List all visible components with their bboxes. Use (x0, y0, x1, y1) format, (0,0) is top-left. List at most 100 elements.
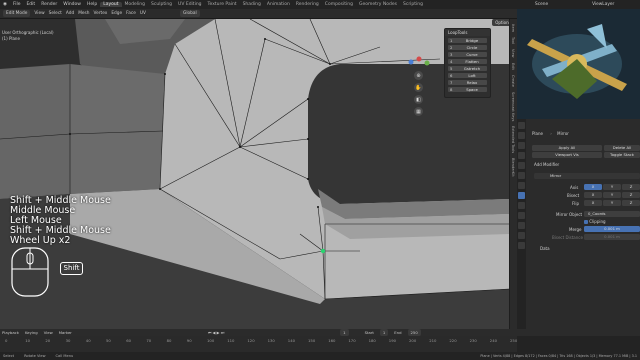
menu-help[interactable]: Help (84, 2, 100, 7)
add-modifier-dropdown[interactable]: Add Modifier (534, 162, 559, 167)
timeline-ruler[interactable]: 0 10 20 30 40 50 60 70 80 90 100 110 120 130 140 150 160… (0, 336, 517, 352)
looptools-gstretch[interactable]: 5 Gstretch (448, 65, 487, 71)
menu-playback[interactable]: Playback (2, 330, 19, 335)
looptools-relax[interactable]: 7 Relax (448, 79, 487, 85)
menu-file[interactable]: File (10, 2, 24, 7)
delete-all-button[interactable]: Delete All (604, 145, 640, 151)
bisect-z-toggle[interactable]: Z (622, 192, 640, 198)
view-label: User Orthographic (Local) (2, 30, 54, 35)
flip-y-toggle[interactable]: Y (603, 200, 621, 206)
sidebar-tab-blenderkit[interactable]: BlenderKit (511, 158, 515, 177)
sidebar-tab-create[interactable]: Create (511, 75, 515, 87)
looptools-curve[interactable]: 3 Curve (448, 51, 487, 57)
clipping-checkbox[interactable] (584, 220, 588, 224)
modifier-tab-icon[interactable] (518, 192, 525, 199)
workspace-tab-geometry-nodes[interactable]: Geometry Nodes (356, 2, 400, 7)
active-vertex[interactable] (320, 248, 326, 254)
bisect-x-toggle[interactable]: X (584, 192, 602, 198)
workspace-tab-shading[interactable]: Shading (240, 2, 264, 7)
object-tab-icon[interactable] (518, 182, 525, 189)
shift-key-badge: Shift (60, 262, 83, 275)
menu-vertex[interactable]: Vertex (94, 11, 108, 16)
start-frame-field[interactable]: 1 (379, 329, 389, 336)
axis-x-toggle[interactable]: X (584, 184, 602, 190)
looptools-flatten[interactable]: 4 Flatten (448, 58, 487, 64)
mirror-object-field[interactable]: 0_Coords (584, 211, 640, 217)
menu-select[interactable]: Select (49, 11, 62, 16)
viewport-vis-button[interactable]: Viewport Vis (532, 152, 602, 158)
tool-tab-icon[interactable] (518, 122, 525, 129)
data-subpanel[interactable]: Data (540, 246, 550, 251)
playback-controls[interactable]: ⏮ ◀ ▶ ⏭ (208, 330, 224, 335)
world-tab-icon[interactable] (518, 172, 525, 179)
ortho-grid-icon[interactable]: ▦ (414, 107, 423, 116)
constraints-tab-icon[interactable] (518, 222, 525, 229)
menu-uv[interactable]: UV (140, 11, 146, 16)
workspace-tab-texture-paint[interactable]: Texture Paint (205, 2, 240, 7)
toggle-stack-button[interactable]: Toggle Stack (604, 152, 640, 158)
modifier-name-field[interactable]: Mirror (550, 173, 561, 178)
workspace-tab-modeling[interactable]: Modeling (122, 2, 148, 7)
apply-all-button[interactable]: Apply All (532, 145, 602, 151)
clipping-checkbox-row[interactable]: Clipping (584, 219, 606, 224)
workspace-tab-rendering[interactable]: Rendering (293, 2, 322, 7)
physics-tab-icon[interactable] (518, 212, 525, 219)
scene-tab-icon[interactable] (518, 162, 525, 169)
bisect-distance-field[interactable]: 0.001 m (584, 234, 640, 240)
menu-window[interactable]: Window (60, 2, 84, 7)
sidebar-tab-extended-tools[interactable]: Extended Tools (511, 126, 515, 153)
orientation-dropdown[interactable]: Global (179, 10, 200, 17)
sidebar-tab-tool[interactable]: Tool (511, 37, 515, 44)
workspace-tab-compositing[interactable]: Compositing (322, 2, 356, 7)
flip-z-toggle[interactable]: Z (622, 200, 640, 206)
view-layer-tab-icon[interactable] (518, 152, 525, 159)
menu-edge[interactable]: Edge (111, 11, 122, 16)
data-tab-icon[interactable] (518, 232, 525, 239)
menu-render[interactable]: Render (38, 2, 60, 7)
zoom-icon[interactable]: ⊕ (414, 71, 423, 80)
mode-dropdown[interactable]: Edit Mode (3, 10, 31, 17)
axis-y-toggle[interactable]: Y (603, 184, 621, 190)
camera-icon[interactable]: ◧ (414, 95, 423, 104)
menu-add[interactable]: Add (66, 11, 74, 16)
looptools-loft[interactable]: 6 Loft (448, 72, 487, 78)
3d-viewport[interactable]: User Orthographic (Local) (1) Plane ⊕ ✋ … (0, 19, 517, 329)
menu-face[interactable]: Face (126, 11, 136, 16)
merge-field[interactable]: 0.001 m (584, 226, 640, 232)
workspace-tab-sculpting[interactable]: Sculpting (148, 2, 175, 7)
menu-view-timeline[interactable]: View (44, 330, 53, 335)
current-frame-field[interactable]: 1 (340, 329, 349, 336)
menu-marker[interactable]: Marker (59, 330, 72, 335)
particles-tab-icon[interactable] (518, 202, 525, 209)
menu-edit[interactable]: Edit (23, 2, 38, 7)
bisect-y-toggle[interactable]: Y (603, 192, 621, 198)
material-tab-icon[interactable] (518, 242, 525, 249)
output-tab-icon[interactable] (518, 142, 525, 149)
workspace-tab-animation[interactable]: Animation (264, 2, 293, 7)
mirror-modifier-header[interactable]: Mirror (534, 173, 640, 179)
axis-z-toggle[interactable]: Z (622, 184, 640, 190)
scene-selector[interactable]: Scene (535, 2, 548, 7)
sidebar-tab-item[interactable]: Item (511, 24, 515, 32)
blender-logo-icon[interactable]: ◉ (0, 2, 10, 7)
render-tab-icon[interactable] (518, 132, 525, 139)
sidebar-tab-view[interactable]: View (511, 49, 515, 58)
looptools-space[interactable]: 8 Space (448, 86, 487, 92)
menu-view[interactable]: View (34, 11, 44, 16)
view-layer-selector[interactable]: ViewLayer (592, 2, 614, 7)
workspace-tab-scripting[interactable]: Scripting (400, 2, 426, 7)
status-stats: Plane | Verts 4/88 | Edges 8/172 | Faces… (480, 354, 637, 358)
flip-label: Flip (572, 201, 580, 206)
looptools-bridge[interactable]: 1 Bridge (448, 37, 487, 43)
pan-hand-icon[interactable]: ✋ (414, 83, 423, 92)
axis-gizmo[interactable] (405, 55, 435, 69)
menu-mesh[interactable]: Mesh (78, 11, 89, 16)
sidebar-tab-edit[interactable]: Edit (511, 63, 515, 70)
sidebar-tab-screencast-keys[interactable]: Screencast Keys (511, 92, 515, 121)
menu-keying[interactable]: Keying (25, 330, 38, 335)
workspace-tab-layout[interactable]: Layout (100, 2, 122, 7)
flip-x-toggle[interactable]: X (584, 200, 602, 206)
looptools-circle[interactable]: 2 Circle (448, 44, 487, 50)
workspace-tab-uv-editing[interactable]: UV Editing (175, 2, 204, 7)
end-frame-field[interactable]: 250 (407, 329, 421, 336)
